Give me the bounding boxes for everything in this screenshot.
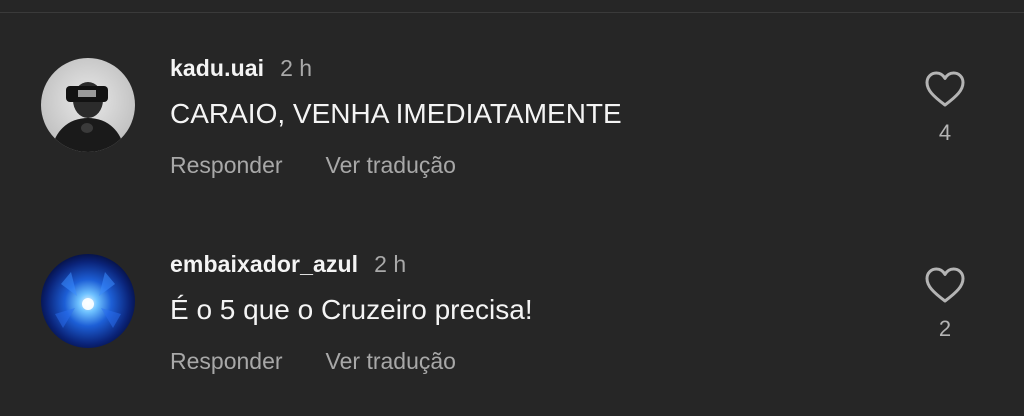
avatar-image [41, 254, 135, 348]
heart-outline-icon [925, 267, 965, 303]
like-count: 2 [938, 316, 952, 341]
comment-text: CARAIO, VENHA IMEDIATAMENTE [170, 98, 622, 129]
comment-item: kadu.uai 2 h CARAIO, VENHA IMEDIATAMENTE… [0, 50, 1024, 200]
comments-section: kadu.uai 2 h CARAIO, VENHA IMEDIATAMENTE… [0, 0, 1024, 416]
heart-outline-icon [925, 71, 965, 107]
avatar[interactable] [41, 254, 135, 348]
like-button[interactable]: 2 [922, 266, 968, 366]
see-translation-button[interactable]: Ver tradução [326, 348, 456, 375]
comment-text: É o 5 que o Cruzeiro precisa! [170, 294, 533, 325]
avatar-image [41, 58, 135, 152]
comment-header: kadu.uai 2 h [170, 55, 312, 83]
avatar[interactable] [41, 58, 135, 152]
comment-actions: Responder Ver tradução [170, 152, 499, 179]
see-translation-button[interactable]: Ver tradução [326, 152, 456, 179]
like-count: 4 [938, 120, 952, 145]
username[interactable]: embaixador_azul [170, 251, 358, 278]
top-divider [0, 12, 1024, 13]
comment-actions: Responder Ver tradução [170, 348, 499, 375]
reply-button[interactable]: Responder [170, 348, 283, 375]
comment-item: embaixador_azul 2 h É o 5 que o Cruzeiro… [0, 246, 1024, 396]
like-button[interactable]: 4 [922, 70, 968, 170]
username[interactable]: kadu.uai [170, 55, 264, 82]
reply-button[interactable]: Responder [170, 152, 283, 179]
timestamp: 2 h [374, 251, 407, 277]
timestamp: 2 h [280, 55, 313, 81]
comment-header: embaixador_azul 2 h [170, 251, 406, 279]
